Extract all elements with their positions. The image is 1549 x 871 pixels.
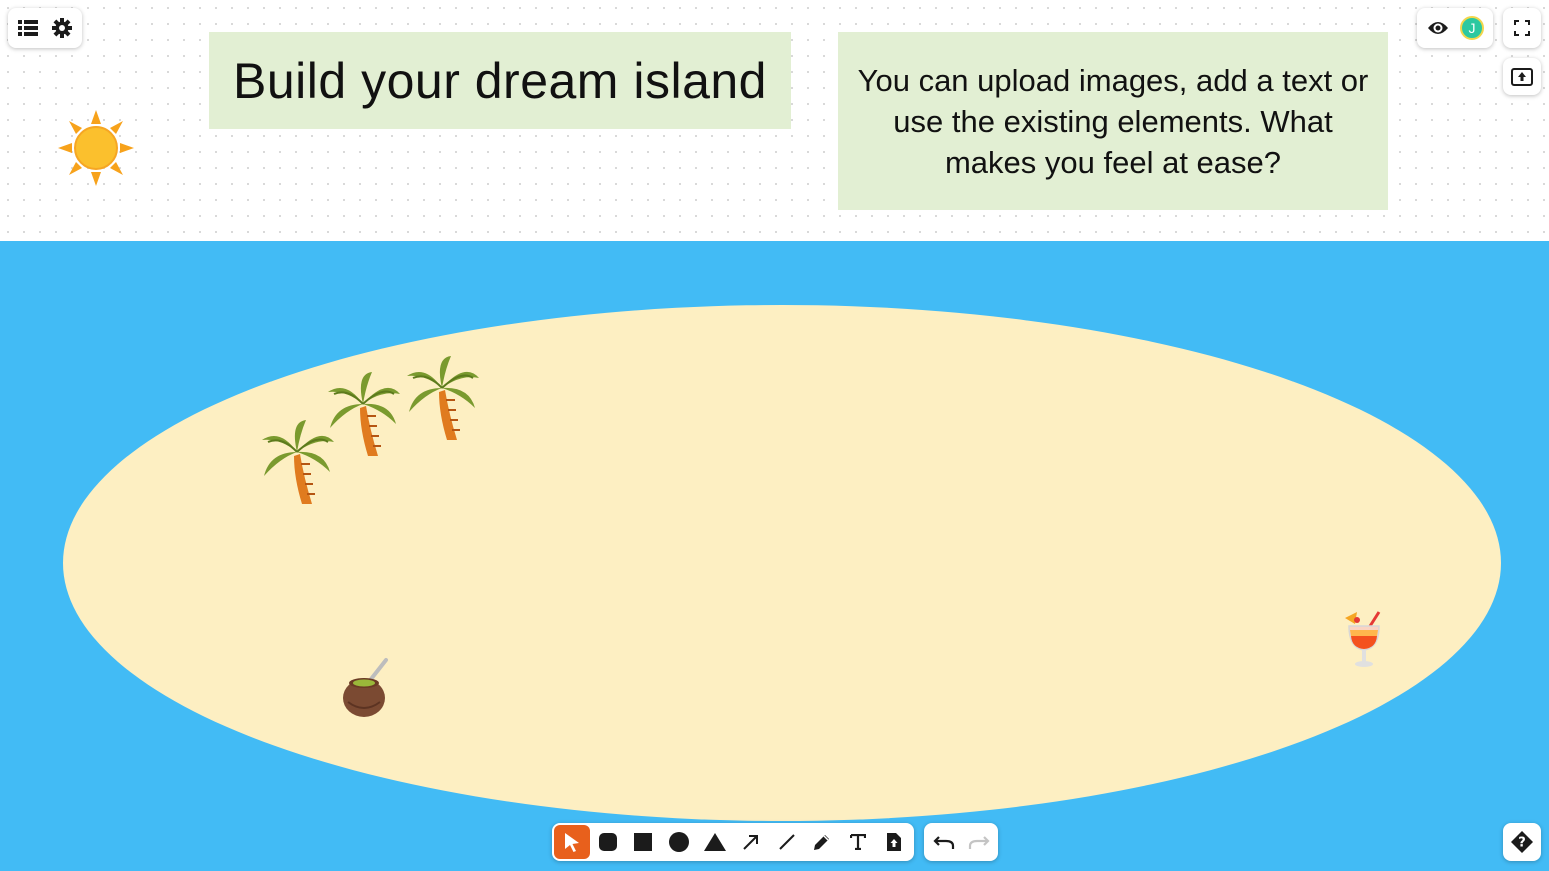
redo-button[interactable] [961, 825, 996, 859]
palm-tree-emoji[interactable] [405, 354, 481, 442]
tropical-drink-emoji[interactable] [1343, 608, 1385, 670]
upload-tool[interactable] [876, 825, 912, 859]
undo-button[interactable] [926, 825, 961, 859]
fullscreen-button[interactable] [1503, 8, 1541, 48]
pencil-tool[interactable] [805, 825, 841, 859]
palm-tree-emoji[interactable] [326, 370, 402, 458]
top-right-panel: J [1417, 8, 1493, 48]
drawing-toolbar [552, 823, 914, 861]
fullscreen-icon [1514, 20, 1530, 36]
help-button[interactable]: ? [1503, 823, 1541, 861]
rectangle-tool[interactable] [626, 825, 662, 859]
undo-icon [932, 836, 954, 849]
rounded-rectangle-tool[interactable] [590, 825, 626, 859]
title-note[interactable]: Build your dream island [209, 32, 791, 129]
menu-icon[interactable] [13, 13, 43, 43]
arrow-tool[interactable] [733, 825, 769, 859]
info-note-text: You can upload images, add a text or use… [857, 62, 1369, 180]
info-note[interactable]: You can upload images, add a text or use… [838, 32, 1388, 210]
history-toolbar [924, 823, 998, 861]
redo-icon [968, 836, 990, 849]
title-note-text: Build your dream island [233, 52, 767, 109]
settings-icon[interactable] [47, 13, 77, 43]
triangle-tool[interactable] [697, 825, 733, 859]
export-button[interactable] [1503, 58, 1541, 95]
export-icon [1511, 67, 1533, 86]
eye-icon[interactable] [1423, 13, 1453, 43]
island-ellipse[interactable] [63, 305, 1501, 821]
select-tool[interactable] [554, 825, 590, 859]
ellipse-tool[interactable] [661, 825, 697, 859]
sun-emoji[interactable] [58, 110, 134, 186]
palm-tree-emoji[interactable] [260, 418, 336, 506]
mate-drink-emoji[interactable] [338, 656, 390, 718]
line-tool[interactable] [769, 825, 805, 859]
help-icon: ? [1511, 831, 1533, 853]
svg-text:?: ? [1518, 836, 1526, 851]
top-left-panel [8, 8, 82, 48]
avatar: J [1460, 16, 1484, 40]
text-tool[interactable] [840, 825, 876, 859]
avatar-button[interactable]: J [1457, 13, 1487, 43]
